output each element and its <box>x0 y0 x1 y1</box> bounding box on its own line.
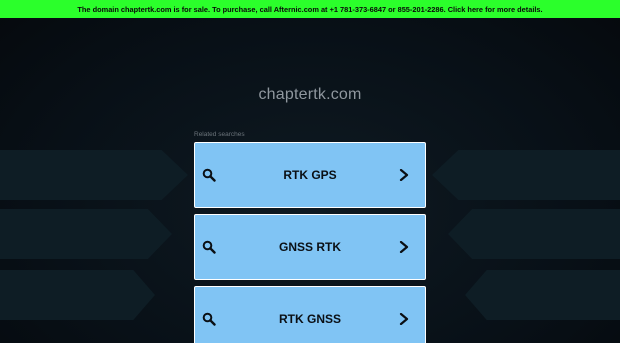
related-search-item[interactable]: GNSS RTK <box>194 214 426 280</box>
search-icon <box>202 168 216 182</box>
related-search-item[interactable]: RTK GPS <box>194 142 426 208</box>
related-search-label: GNSS RTK <box>278 240 341 254</box>
related-search-item[interactable]: RTK GNSS <box>194 286 426 343</box>
background-arrow-left-1 <box>0 150 188 200</box>
parked-domain-page: The domain chaptertk.com is for sale. To… <box>0 0 620 343</box>
search-icon <box>202 312 216 326</box>
related-search-label: RTK GPS <box>283 168 337 182</box>
chevron-right-icon <box>399 313 409 325</box>
search-icon <box>202 240 216 254</box>
background-arrow-right-1 <box>432 150 620 200</box>
related-searches-heading: Related searches <box>194 131 245 138</box>
related-search-label: RTK GNSS <box>278 312 341 326</box>
domain-title: chaptertk.com <box>258 86 362 103</box>
background-arrow-right-2 <box>448 209 620 259</box>
sale-banner[interactable]: The domain chaptertk.com is for sale. To… <box>0 0 620 18</box>
chevron-right-icon <box>399 241 409 253</box>
sale-banner-link[interactable]: The domain chaptertk.com is for sale. To… <box>77 5 542 14</box>
background-arrow-left-3 <box>0 270 155 320</box>
chevron-right-icon <box>399 169 409 181</box>
background-arrow-left-2 <box>0 209 172 259</box>
background-arrow-right-3 <box>465 270 620 320</box>
